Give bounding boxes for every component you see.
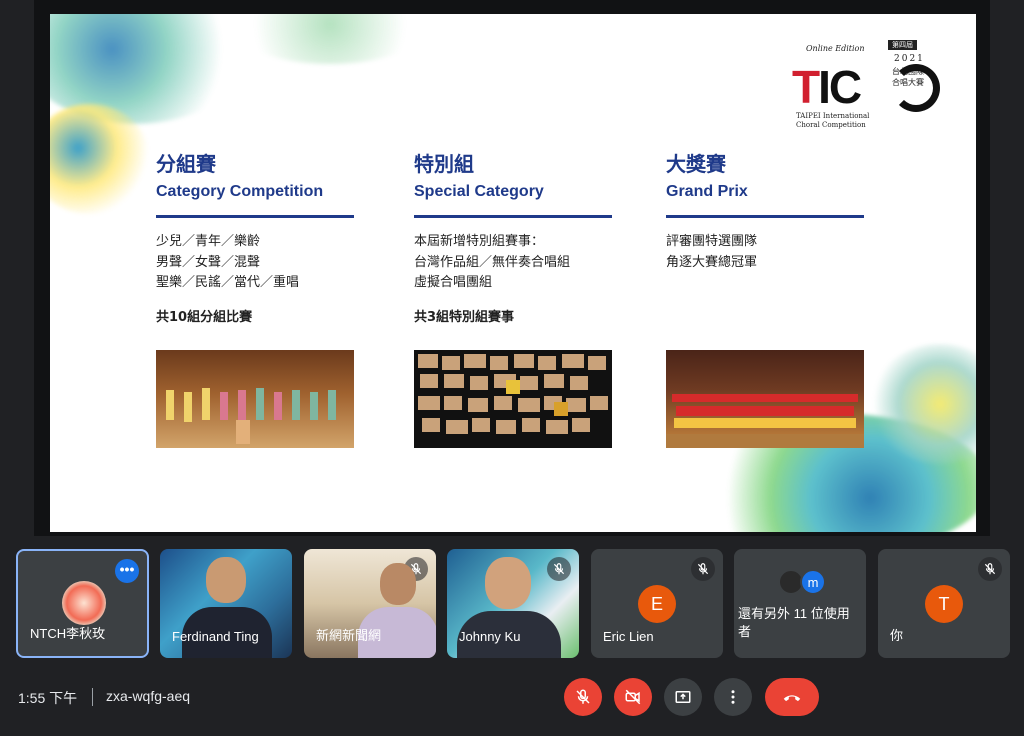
column-en-title: Category Competition (156, 183, 324, 200)
presentation-slide: Online Edition 第四屆 2021 台北國際 合唱大賽 TIC TA… (50, 14, 976, 532)
category-column: 分組賽 Category Competition 少兒／青年／樂齡 男聲／女聲／… (156, 148, 356, 325)
participant-tile-eric[interactable]: E Eric Lien (591, 549, 723, 658)
special-column: 特別組 Special Category 本屆新增特別組賽事： 台灣作品組／無伴… (414, 148, 614, 325)
rose-avatar (62, 581, 106, 625)
participant-tile-ntch[interactable]: ••• NTCH李秋玫 (16, 549, 149, 658)
column-line: 聖樂／民謠／當代／重唱 (156, 275, 300, 290)
participant-avatar: E (638, 585, 676, 623)
person-head (206, 557, 246, 603)
others-count-label: 還有另外 11 位使用者 (738, 606, 850, 639)
logo-badge: 第四屆 (888, 40, 917, 50)
participant-tile-johnny[interactable]: Johnny Ku (447, 549, 579, 658)
column-zh-title: 大獎賽 (666, 152, 726, 176)
column-lines: 評審團特選團隊 角逐大賽總冠軍 (666, 232, 866, 273)
participant-tile-others[interactable]: m 還有另外 11 位使用者 (734, 549, 866, 658)
logo-edition: Online Edition (806, 44, 865, 53)
grand-choir-figures (666, 394, 864, 448)
mic-off-icon (978, 557, 1002, 581)
participant-name: Johnny Ku (459, 629, 521, 644)
column-line: 本屆新增特別組賽事： (414, 234, 545, 249)
column-rule (666, 215, 864, 218)
watercolor-splash (230, 14, 430, 64)
participant-tile-you[interactable]: T 你 (878, 549, 1010, 658)
column-en-title: Grand Prix (666, 183, 748, 200)
leave-call-button[interactable] (765, 678, 819, 716)
meeting-time: 1:55 下午 (18, 690, 78, 706)
column-lines: 少兒／青年／樂齡 男聲／女聲／混聲 聖樂／民謠／當代／重唱 (156, 232, 356, 294)
column-line: 男聲／女聲／混聲 (156, 254, 261, 270)
presentation-stage: Online Edition 第四屆 2021 台北國際 合唱大賽 TIC TA… (34, 0, 990, 536)
logo-en-line1: TAIPEI International (796, 112, 870, 120)
grand-choir-photo (666, 350, 864, 448)
column-line: 少兒／青年／樂齡 (156, 234, 261, 249)
logo-en-line2: Choral Competition (796, 121, 866, 129)
present-now-button[interactable] (664, 678, 702, 716)
column-line: 台灣作品組／無伴奏合唱組 (414, 254, 571, 270)
column-rule (414, 215, 612, 218)
column-rule (156, 215, 354, 218)
participant-tile-news[interactable]: 新網新聞網 (304, 549, 436, 658)
meeting-code: zxa-wqfg-aeq (106, 688, 191, 704)
column-zh-title: 特別組 (414, 152, 474, 176)
column-line: 角逐大賽總冠軍 (666, 254, 758, 270)
more-options-icon[interactable]: ••• (115, 559, 139, 583)
divider (92, 688, 93, 706)
column-en-title: Special Category (414, 183, 544, 200)
person-head (485, 557, 531, 609)
choir-dance-figures (166, 388, 336, 444)
participant-name: 你 (890, 628, 904, 643)
virtual-choir-cells (418, 354, 608, 434)
choir-dance-photo (156, 350, 354, 448)
participant-tile-ferdinand[interactable]: Ferdinand Ting (160, 549, 292, 658)
logo-o-shape (892, 64, 940, 112)
virtual-choir-grid-photo (414, 350, 612, 448)
participant-name: Eric Lien (603, 629, 654, 644)
camera-off-icon (625, 689, 641, 705)
column-summary: 共3組特別組賽事 (414, 309, 515, 325)
column-summary: 共10組分組比賽 (156, 309, 253, 325)
grand-prix-column: 大獎賽 Grand Prix 評審團特選團隊 角逐大賽總冠軍 (666, 148, 866, 273)
camera-toggle-button[interactable] (614, 678, 652, 716)
hang-up-icon (783, 695, 801, 702)
person-head (380, 563, 416, 605)
mic-toggle-button[interactable] (564, 678, 602, 716)
column-lines: 本屆新增特別組賽事： 台灣作品組／無伴奏合唱組 虛擬合唱團組 (414, 232, 614, 294)
more-vert-icon (731, 690, 735, 704)
mic-off-icon (547, 557, 571, 581)
logo-mark: TIC (792, 61, 862, 113)
others-avatar-letter: m (800, 569, 826, 595)
logo-year: 2021 (894, 54, 925, 64)
participant-name: Ferdinand Ting (172, 629, 259, 644)
tico-logo: Online Edition 第四屆 2021 台北國際 合唱大賽 TIC TA… (792, 40, 942, 136)
participant-name: 新網新聞網 (316, 628, 382, 643)
present-screen-icon (675, 691, 691, 703)
more-options-button[interactable] (714, 678, 752, 716)
participant-name: NTCH李秋玫 (30, 626, 106, 641)
column-zh-title: 分組賽 (156, 152, 216, 176)
column-line: 評審團特選團隊 (666, 234, 758, 249)
column-line: 虛擬合唱團組 (414, 275, 493, 290)
participant-avatar: T (925, 585, 963, 623)
mic-off-icon (576, 689, 590, 704)
mic-off-icon (691, 557, 715, 581)
